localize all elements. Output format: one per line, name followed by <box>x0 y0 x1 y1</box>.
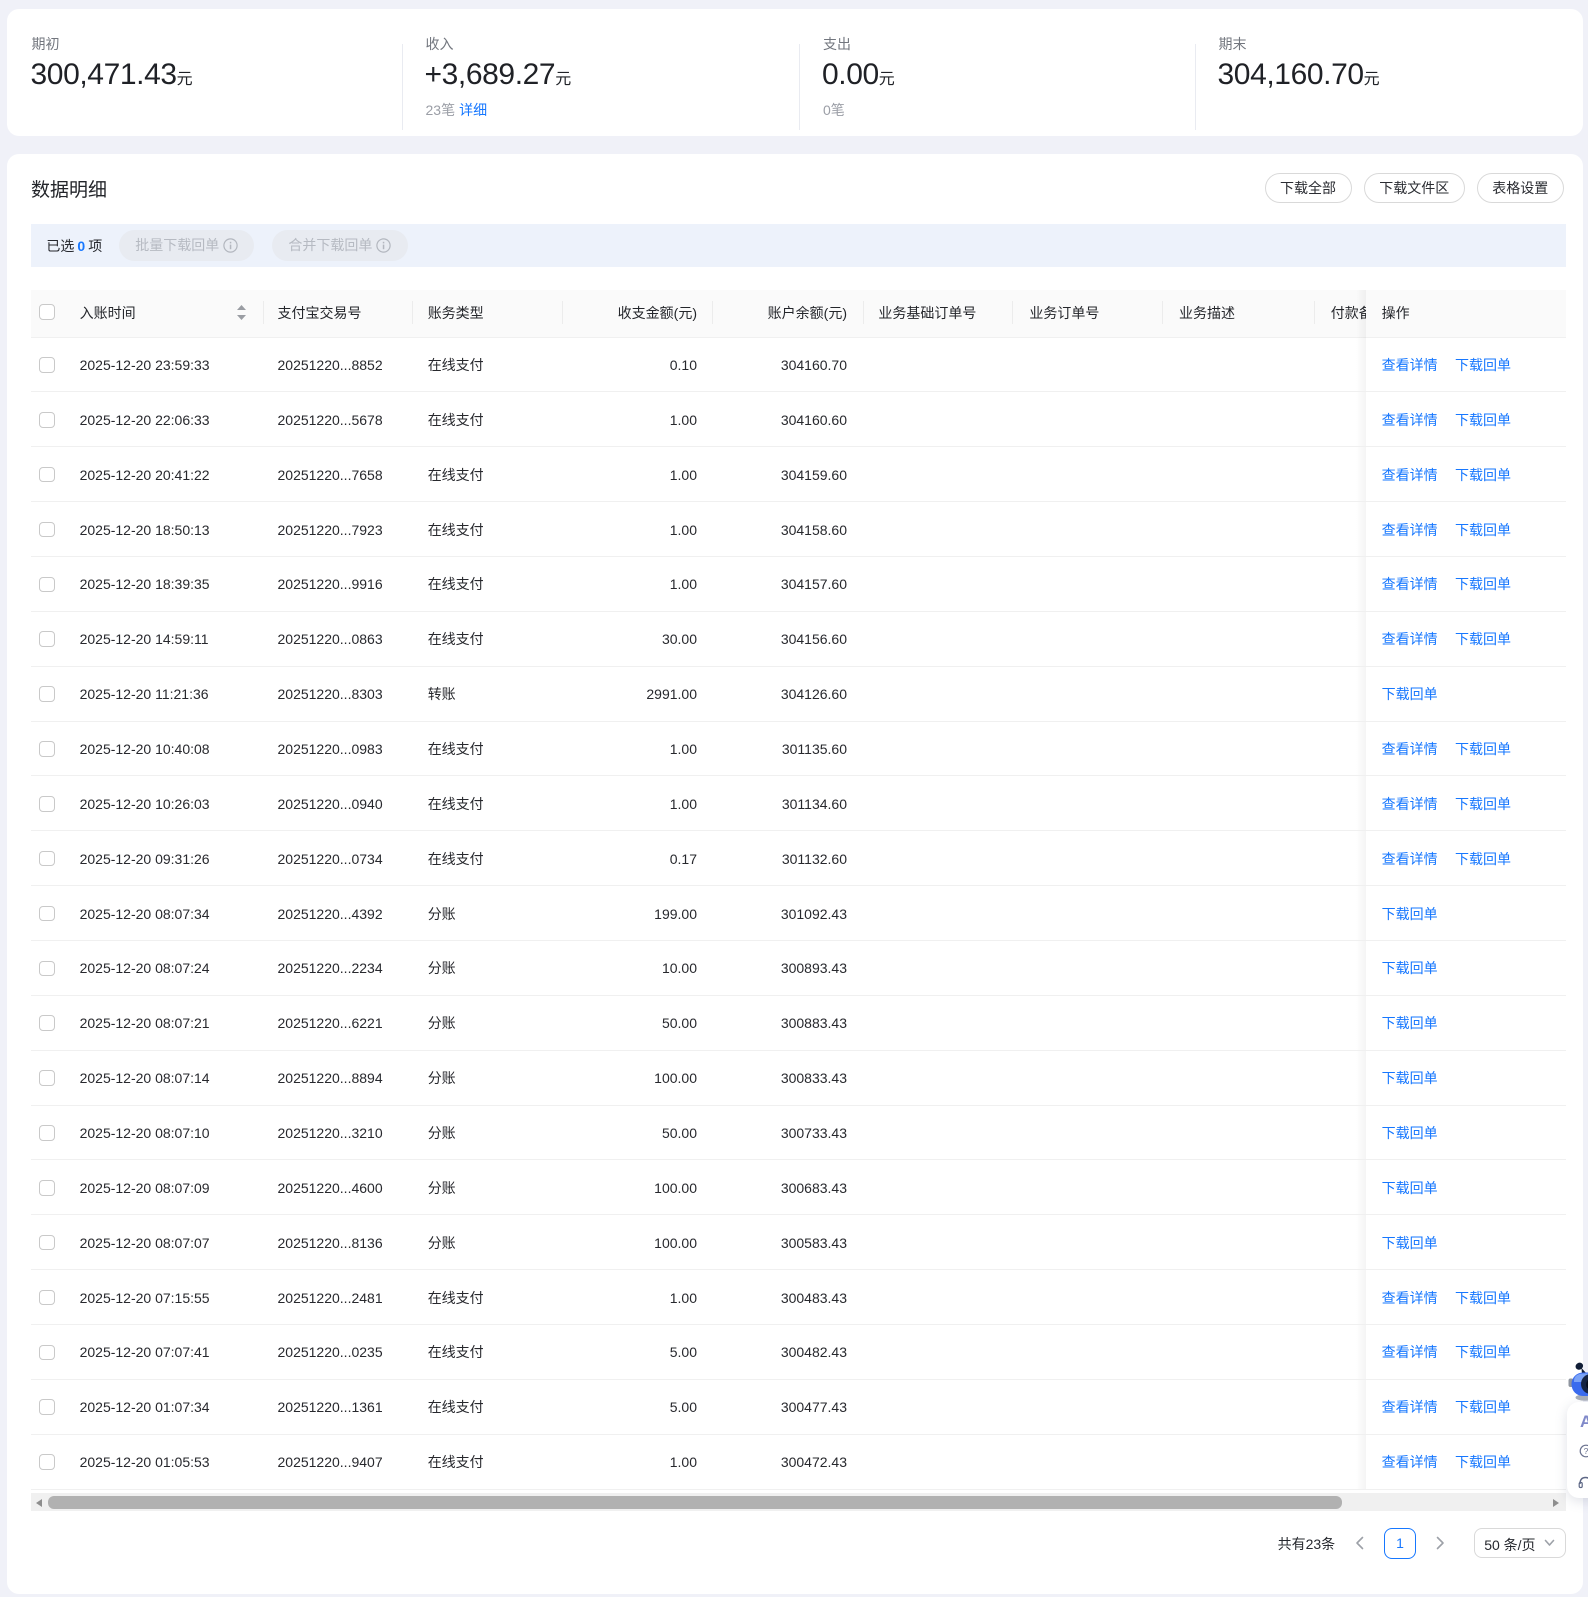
svg-text:?: ? <box>1584 1446 1588 1456</box>
